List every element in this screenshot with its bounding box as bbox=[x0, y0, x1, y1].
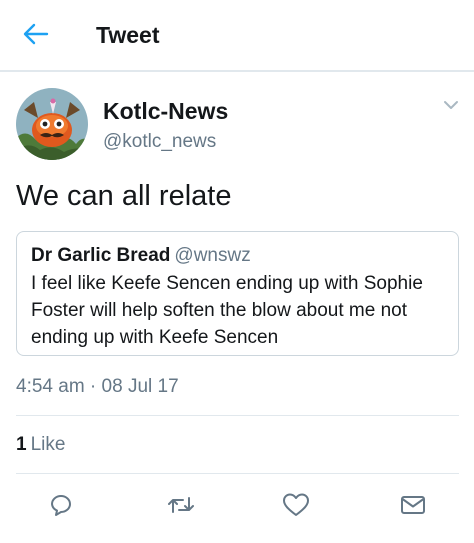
tweet-timestamp: 4:54 am · 08 Jul 17 bbox=[16, 376, 179, 397]
back-arrow-icon bbox=[23, 23, 49, 50]
quoted-tweet-text: I feel like Keefe Sencen ending up with … bbox=[31, 273, 423, 348]
page-title: Tweet bbox=[96, 22, 160, 48]
reply-button[interactable] bbox=[46, 492, 76, 522]
author-name[interactable]: Kotlc-News bbox=[103, 98, 228, 125]
likes-count: 1 bbox=[16, 434, 27, 455]
share-button[interactable] bbox=[398, 492, 428, 522]
quoted-author-name: Dr Garlic Bread bbox=[31, 245, 171, 266]
divider bbox=[16, 473, 459, 474]
tweet-text: We can all relate bbox=[16, 180, 232, 212]
top-bar: Tweet bbox=[0, 0, 474, 72]
author-handle[interactable]: @kotlc_news bbox=[103, 131, 216, 153]
back-button[interactable] bbox=[16, 18, 56, 54]
reply-icon bbox=[48, 492, 74, 523]
likes-summary[interactable]: 1 Like bbox=[16, 434, 65, 456]
heart-icon bbox=[282, 492, 310, 523]
quoted-tweet[interactable]: Dr Garlic Bread @wnswz I feel like Keefe … bbox=[16, 231, 459, 356]
likes-label: Like bbox=[30, 434, 66, 455]
quoted-tweet-header: Dr Garlic Bread @wnswz bbox=[31, 244, 444, 268]
quoted-author-handle: @wnswz bbox=[174, 245, 251, 266]
share-icon bbox=[399, 493, 427, 522]
avatar[interactable] bbox=[16, 88, 88, 160]
retweet-icon bbox=[167, 492, 195, 523]
chevron-down-icon bbox=[443, 97, 459, 115]
divider bbox=[16, 415, 459, 416]
tweet-menu-button[interactable] bbox=[438, 96, 464, 116]
like-button[interactable] bbox=[281, 492, 311, 522]
retweet-button[interactable] bbox=[166, 492, 196, 522]
